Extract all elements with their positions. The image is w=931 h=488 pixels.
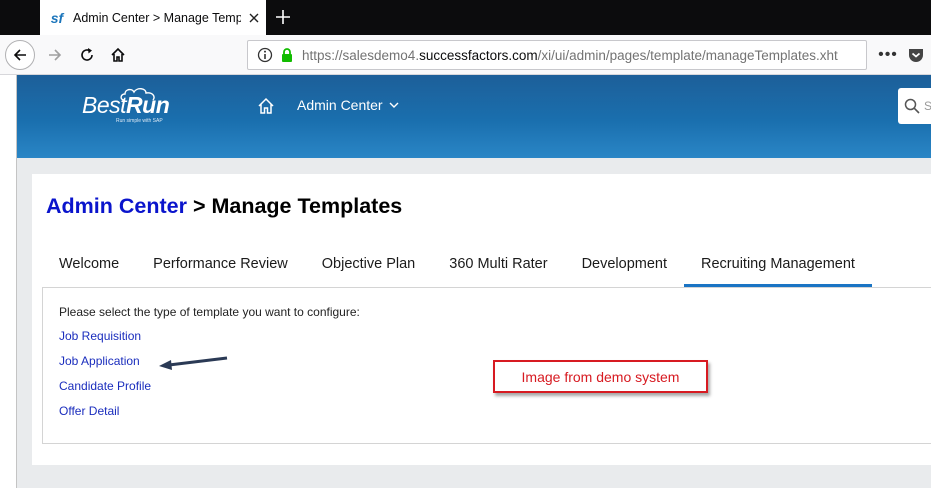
tab-recruiting-management[interactable]: Recruiting Management xyxy=(684,242,872,287)
chevron-down-icon xyxy=(389,102,399,108)
page-left-border xyxy=(16,75,17,488)
lock-icon xyxy=(280,47,294,63)
admin-center-menu[interactable]: Admin Center xyxy=(297,97,399,113)
page-title: Admin Center > Manage Templates xyxy=(46,194,402,219)
reload-icon[interactable] xyxy=(72,40,102,70)
tab-welcome[interactable]: Welcome xyxy=(42,242,136,287)
tab-performance-review[interactable]: Performance Review xyxy=(136,242,305,287)
browser-tab[interactable]: sf Admin Center > Manage Temp xyxy=(40,0,266,35)
url-bar[interactable]: https://salesdemo4.successfactors.com/xi… xyxy=(247,40,867,70)
url-text[interactable]: https://salesdemo4.successfactors.com/xi… xyxy=(302,48,862,63)
browser-tab-title: Admin Center > Manage Temp xyxy=(73,10,241,25)
search-input[interactable]: S xyxy=(898,88,931,124)
new-tab-plus-icon[interactable] xyxy=(272,6,294,28)
search-icon xyxy=(904,98,920,114)
forward-arrow-icon[interactable] xyxy=(40,40,70,70)
pocket-icon[interactable] xyxy=(907,46,925,64)
demo-system-callout: Image from demo system xyxy=(493,360,708,393)
tab-360-multi-rater[interactable]: 360 Multi Rater xyxy=(432,242,564,287)
browser-tab-strip: sf Admin Center > Manage Temp xyxy=(0,0,931,35)
bestrun-logo[interactable]: BestRun Run simple with SAP xyxy=(82,88,170,124)
close-icon[interactable] xyxy=(245,9,263,27)
candidate-profile-link[interactable]: Candidate Profile xyxy=(59,379,151,393)
annotation-arrow-icon xyxy=(159,356,228,370)
browser-home-icon[interactable] xyxy=(103,40,133,70)
tab-development[interactable]: Development xyxy=(565,242,684,287)
page-actions-more-icon[interactable]: ••• xyxy=(877,44,899,66)
sf-favicon-icon: sf xyxy=(50,9,64,26)
browser-nav-bar: https://salesdemo4.successfactors.com/xi… xyxy=(0,35,931,75)
job-requisition-link[interactable]: Job Requisition xyxy=(59,329,141,343)
offer-detail-link[interactable]: Offer Detail xyxy=(59,404,119,418)
job-application-link[interactable]: Job Application xyxy=(59,354,140,368)
app-header: BestRun Run simple with SAP Admin Center… xyxy=(16,75,931,158)
breadcrumb-current: > Manage Templates xyxy=(186,194,403,218)
cloud-logo-icon xyxy=(120,88,155,101)
tab-objective-plan[interactable]: Objective Plan xyxy=(305,242,433,287)
back-arrow-icon[interactable] xyxy=(5,40,35,70)
home-icon[interactable] xyxy=(257,97,275,115)
breadcrumb-admin-center-link[interactable]: Admin Center xyxy=(46,194,187,218)
template-tabs: Welcome Performance Review Objective Pla… xyxy=(42,242,872,287)
info-icon[interactable] xyxy=(256,46,274,64)
template-prompt: Please select the type of template you w… xyxy=(59,305,360,319)
